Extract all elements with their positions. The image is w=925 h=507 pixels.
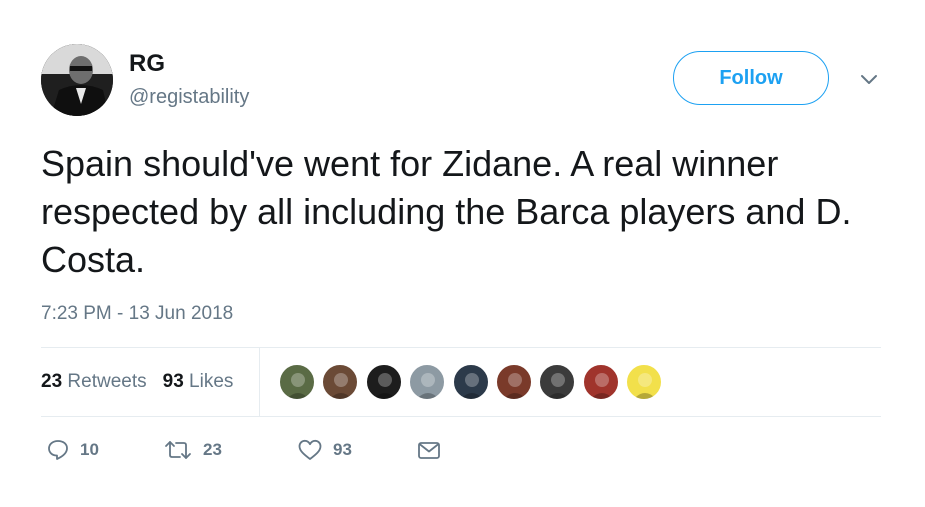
retweet-count: 23: [203, 440, 222, 459]
reply-count: 10: [80, 440, 99, 459]
liker-avatar[interactable]: [626, 364, 663, 400]
liker-avatar[interactable]: [409, 364, 446, 400]
liker-avatar[interactable]: [452, 364, 489, 400]
stats-separator: [259, 348, 260, 416]
retweets-count: 23: [41, 371, 63, 392]
likes-label: Likes: [189, 371, 234, 392]
follow-button[interactable]: Follow: [673, 51, 829, 105]
heart-icon: [297, 438, 323, 462]
divider: [41, 416, 881, 417]
liker-avatars: [279, 364, 670, 400]
liker-avatar[interactable]: [495, 364, 532, 400]
liker-avatar[interactable]: [539, 364, 576, 400]
tweet-stats: 23 Retweets 93 Likes: [41, 348, 881, 416]
likes-count: 93: [162, 371, 184, 392]
retweets-label: Retweets: [67, 371, 147, 392]
retweet-button[interactable]: 23: [163, 438, 297, 462]
retweet-icon: [163, 438, 193, 462]
avatar[interactable]: [41, 44, 113, 116]
likes-stat[interactable]: 93 Likes: [163, 371, 234, 393]
liker-avatar[interactable]: [365, 364, 402, 400]
user-handle[interactable]: @registability: [129, 84, 249, 110]
chevron-down-icon[interactable]: [858, 68, 880, 90]
reply-icon: [46, 438, 70, 462]
direct-message-button[interactable]: [416, 438, 442, 462]
like-button[interactable]: 93: [297, 438, 416, 462]
liker-avatar[interactable]: [582, 364, 619, 400]
tweet-actions: 10 23 93: [46, 438, 442, 462]
tweet-timestamp[interactable]: 7:23 PM - 13 Jun 2018: [41, 302, 233, 326]
tweet-text: Spain should've went for Zidane. A real …: [41, 143, 852, 280]
message-icon: [416, 438, 442, 462]
liker-avatar[interactable]: [322, 364, 359, 400]
like-count: 93: [333, 440, 352, 459]
display-name[interactable]: RG: [129, 50, 165, 78]
liker-avatar[interactable]: [279, 364, 315, 400]
reply-button[interactable]: 10: [46, 438, 163, 462]
retweets-stat[interactable]: 23 Retweets: [41, 371, 147, 393]
avatar-image: [41, 44, 113, 116]
